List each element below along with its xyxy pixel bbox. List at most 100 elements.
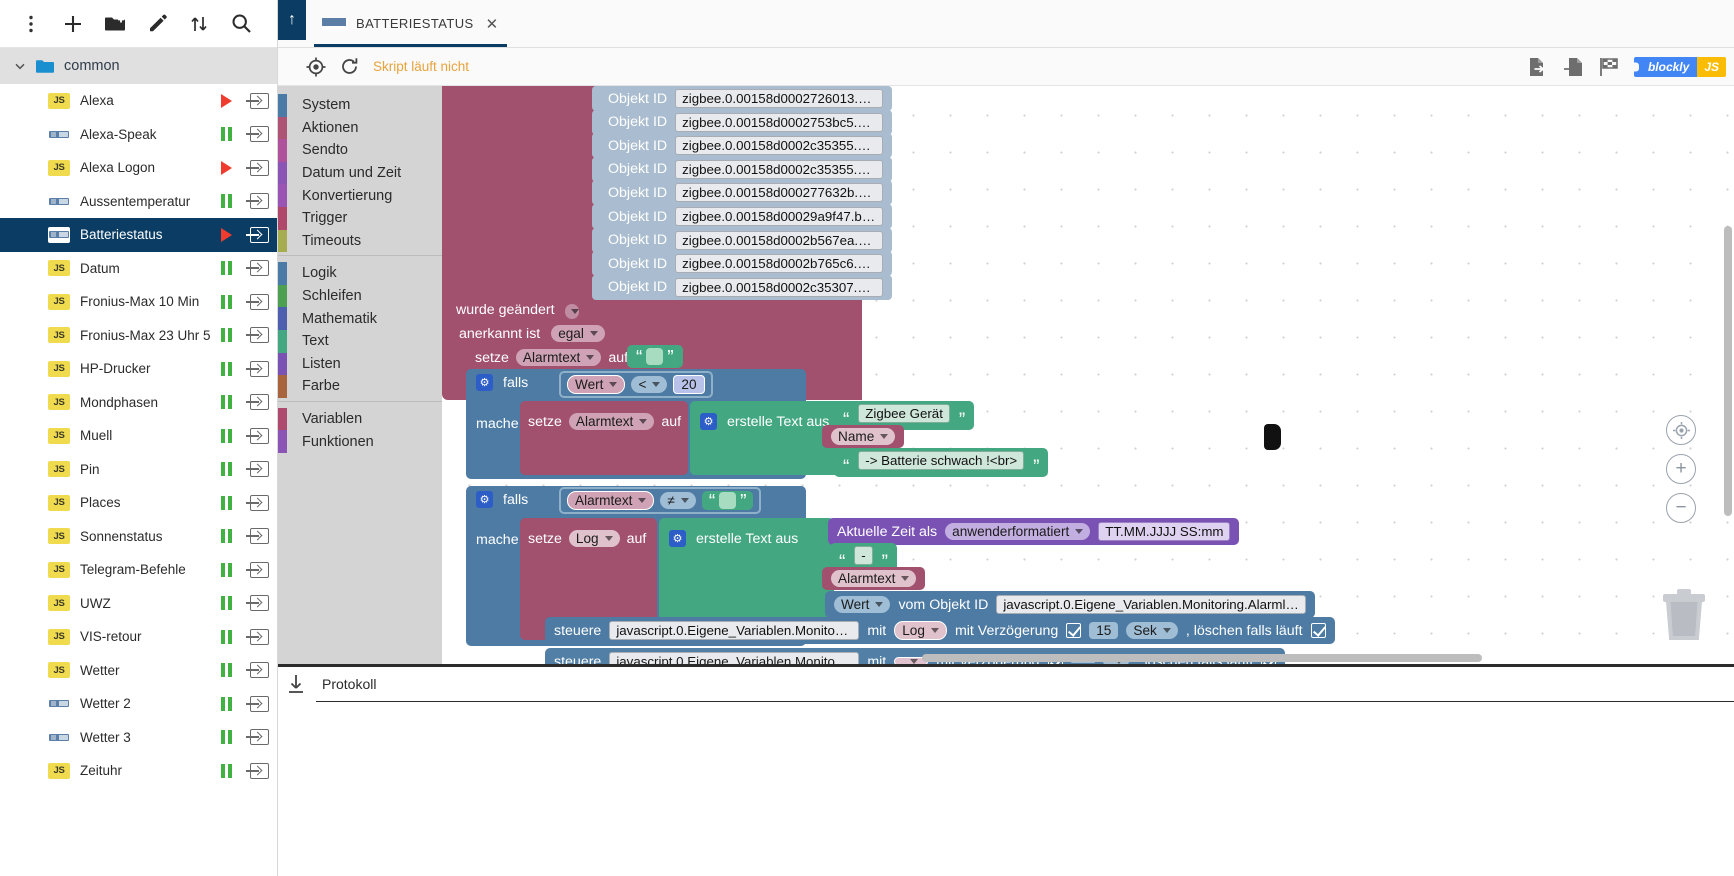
control-1-delay-checkbox[interactable] bbox=[1066, 623, 1082, 638]
control-2-object-id[interactable]: javascript.0.Eigene_Variablen.Monitoring… bbox=[609, 652, 860, 664]
objekt-id-row[interactable]: Objekt ID zigbee.0.00158d0002c35307.batte… bbox=[592, 274, 892, 300]
toolbox-category-farbe[interactable]: Farbe bbox=[278, 375, 442, 398]
folder-row-common[interactable]: common bbox=[0, 48, 277, 84]
open-script-icon[interactable] bbox=[241, 561, 277, 578]
control-block-1[interactable]: steuere javascript.0.Eigene_Variablen.Mo… bbox=[545, 617, 1335, 644]
text-value-zigbee-geraet[interactable]: Zigbee Gerät bbox=[858, 404, 950, 423]
trigger-changed-row[interactable]: wurde geändert bbox=[448, 299, 587, 322]
if1-variable[interactable]: Alarmtext bbox=[568, 413, 655, 430]
condition2-left-variable[interactable]: Alarmtext bbox=[567, 491, 655, 510]
objekt-id-row[interactable]: Objekt ID zigbee.0.00158d0002c35355.batte… bbox=[592, 156, 892, 182]
open-script-icon[interactable] bbox=[241, 662, 277, 679]
open-script-icon[interactable] bbox=[241, 159, 277, 176]
condition2-right-empty-string[interactable]: “ ” bbox=[701, 491, 754, 511]
script-item-places[interactable]: JS Places bbox=[0, 486, 277, 520]
script-item-vis-retour[interactable]: JS VIS-retour bbox=[0, 620, 277, 654]
objekt-id-value[interactable]: zigbee.0.00158d0002c35307.battery bbox=[675, 277, 883, 297]
open-script-icon[interactable] bbox=[241, 394, 277, 411]
status-paused-icon[interactable] bbox=[211, 127, 241, 142]
status-paused-icon[interactable] bbox=[211, 194, 241, 209]
if2-variable-log[interactable]: Log bbox=[568, 530, 620, 547]
script-item-mondphasen[interactable]: JS Mondphasen bbox=[0, 386, 277, 420]
open-script-icon[interactable] bbox=[241, 729, 277, 746]
control-1-clear-checkbox[interactable] bbox=[1310, 623, 1326, 638]
time-format-field[interactable]: TT.MM.JJJJ SS:mm bbox=[1098, 522, 1231, 541]
value-from-object-block[interactable]: Wert vom Objekt ID javascript.0.Eigene_V… bbox=[825, 591, 1316, 618]
open-script-icon[interactable] bbox=[241, 193, 277, 210]
open-script-icon[interactable] bbox=[241, 293, 277, 310]
create-text-2-alarmtext[interactable]: Alarmtext bbox=[822, 567, 926, 590]
center-workspace-icon[interactable] bbox=[1666, 415, 1696, 445]
status-paused-icon[interactable] bbox=[211, 395, 241, 410]
if-block-1-condition[interactable]: Wert < 20 bbox=[559, 371, 713, 398]
create-text-1-item-3[interactable]: “ -> Batterie schwach !<br> ” bbox=[834, 448, 1049, 477]
objekt-id-row[interactable]: Objekt ID zigbee.0.00158d0002b567ea.batte… bbox=[592, 227, 892, 253]
navigate-up-button[interactable]: ↑ bbox=[278, 0, 306, 40]
script-item-wetter-2[interactable]: Wetter 2 bbox=[0, 687, 277, 721]
status-running-icon[interactable] bbox=[211, 93, 241, 108]
alarmtext-variable[interactable]: Alarmtext bbox=[831, 570, 917, 587]
toolbox-category-funktionen[interactable]: Funktionen bbox=[278, 430, 442, 453]
open-script-icon[interactable] bbox=[241, 628, 277, 645]
set-alarmtext-variable[interactable]: Alarmtext bbox=[515, 349, 602, 366]
zoom-in-button[interactable]: + bbox=[1666, 454, 1696, 484]
open-script-icon[interactable] bbox=[241, 327, 277, 344]
condition-operator[interactable]: < bbox=[631, 376, 668, 393]
toolbox-category-konvertierung[interactable]: Konvertierung bbox=[278, 184, 442, 207]
status-paused-icon[interactable] bbox=[211, 261, 241, 276]
toolbox-category-text[interactable]: Text bbox=[278, 329, 442, 353]
add-folder-icon[interactable] bbox=[94, 3, 136, 45]
status-paused-icon[interactable] bbox=[211, 730, 241, 745]
gear-icon[interactable]: ⚙ bbox=[476, 491, 493, 508]
objekt-id-value[interactable]: zigbee.0.00158d0002b765c6.battery bbox=[675, 254, 883, 274]
zoom-out-button[interactable]: − bbox=[1666, 493, 1696, 523]
script-item-muell[interactable]: JS Muell bbox=[0, 419, 277, 453]
open-script-icon[interactable] bbox=[241, 762, 277, 779]
toolbox-category-mathematik[interactable]: Mathematik bbox=[278, 307, 442, 330]
script-item-batteriestatus[interactable]: Batteriestatus bbox=[0, 218, 277, 252]
objekt-id-field[interactable]: javascript.0.Eigene_Variablen.Monitoring… bbox=[996, 595, 1307, 614]
condition2-operator[interactable]: ≠ bbox=[660, 492, 696, 509]
text-value-field[interactable] bbox=[646, 348, 664, 365]
open-script-icon[interactable] bbox=[241, 360, 277, 377]
status-paused-icon[interactable] bbox=[211, 495, 241, 510]
script-item-datum[interactable]: JS Datum bbox=[0, 252, 277, 286]
status-running-icon[interactable] bbox=[211, 227, 241, 242]
text-value-separator[interactable]: - bbox=[854, 546, 873, 565]
if-block-2-condition[interactable]: Alarmtext ≠ “ ” bbox=[559, 487, 762, 514]
open-script-icon[interactable] bbox=[241, 260, 277, 277]
script-item-zeituhr[interactable]: JS Zeituhr bbox=[0, 754, 277, 788]
script-item-pin[interactable]: JS Pin bbox=[0, 453, 277, 487]
condition-right-number[interactable]: 20 bbox=[673, 375, 705, 394]
objekt-id-row[interactable]: Objekt ID zigbee.0.00158d00029a9f47.batte… bbox=[592, 204, 892, 229]
open-script-icon[interactable] bbox=[241, 427, 277, 444]
download-log-icon[interactable] bbox=[286, 673, 306, 695]
current-time-block[interactable]: Aktuelle Zeit als anwenderformatiert TT.… bbox=[828, 518, 1240, 545]
toolbox-category-variablen[interactable]: Variablen bbox=[278, 407, 442, 431]
set-alarmtext-block[interactable]: setze Alarmtext auf bbox=[466, 345, 638, 370]
script-item-alexa-logon[interactable]: JS Alexa Logon bbox=[0, 151, 277, 185]
status-paused-icon[interactable] bbox=[211, 562, 241, 577]
status-paused-icon[interactable] bbox=[211, 428, 241, 443]
toolbox-category-listen[interactable]: Listen bbox=[278, 352, 442, 376]
objekt-id-row[interactable]: Objekt ID zigbee.0.00158d0002c35355.batte… bbox=[592, 133, 892, 159]
protokoll-body[interactable] bbox=[316, 701, 1734, 876]
tab-batteriestatus[interactable]: BATTERIESTATUS ✕ bbox=[306, 0, 515, 47]
more-options-icon[interactable] bbox=[10, 3, 52, 45]
toolbox-category-datum-und-zeit[interactable]: Datum und Zeit bbox=[278, 161, 442, 185]
trigger-ack-dropdown[interactable]: egal bbox=[551, 325, 605, 342]
open-script-icon[interactable] bbox=[241, 461, 277, 478]
open-script-icon[interactable] bbox=[241, 595, 277, 612]
text-value-batterie-schwach[interactable]: -> Batterie schwach !<br> bbox=[858, 451, 1025, 470]
script-item-fronius-max-10-min[interactable]: JS Fronius-Max 10 Min bbox=[0, 285, 277, 319]
status-paused-icon[interactable] bbox=[211, 763, 241, 778]
objekt-id-value[interactable]: zigbee.0.00158d0002726013.battery bbox=[675, 89, 883, 108]
open-script-icon[interactable] bbox=[241, 226, 277, 243]
toolbox-category-logik[interactable]: Logik bbox=[278, 262, 442, 285]
status-paused-icon[interactable] bbox=[211, 294, 241, 309]
control-1-delay-value[interactable]: 15 bbox=[1089, 622, 1119, 639]
objekt-id-value[interactable]: zigbee.0.00158d000277632b.battery bbox=[675, 183, 883, 203]
import-blocks-icon[interactable] bbox=[1562, 56, 1584, 78]
toolbox-category-aktionen[interactable]: Aktionen bbox=[278, 116, 442, 140]
edit-icon[interactable] bbox=[136, 3, 178, 45]
